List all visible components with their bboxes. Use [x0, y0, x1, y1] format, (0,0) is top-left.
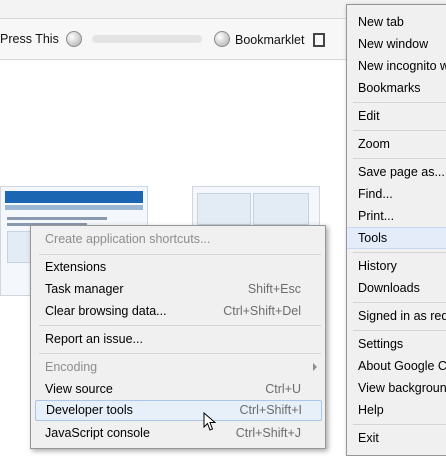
thumbnail-line: [7, 217, 107, 220]
shortcut-label: Ctrl+Shift+J: [235, 426, 301, 440]
bookmark-label: Press This: [0, 32, 59, 46]
submenu-item-clear-browsing-data[interactable]: Clear browsing data... Ctrl+Shift+Del: [31, 300, 325, 322]
menu-item-about[interactable]: About Google Ch: [347, 355, 446, 377]
submenu-item-javascript-console[interactable]: JavaScript console Ctrl+Shift+J: [31, 422, 325, 444]
menu-item-signed-in[interactable]: Signed in as redc: [347, 305, 446, 327]
menu-item-history[interactable]: History: [347, 255, 446, 277]
menu-separator: [353, 102, 446, 103]
submenu-item-create-app-shortcuts: Create application shortcuts...: [45, 232, 211, 246]
blurred-bookmark: [92, 35, 202, 43]
bookmark-bookmarklet[interactable]: Bookmarklet: [214, 31, 304, 47]
menu-separator: [353, 158, 446, 159]
menu-item-help[interactable]: Help: [347, 399, 446, 421]
menu-separator: [353, 330, 446, 331]
menu-item-downloads[interactable]: Downloads: [347, 277, 446, 299]
menu-item-exit[interactable]: Exit: [347, 427, 446, 449]
bookmark-press-this[interactable]: Press This: [0, 31, 59, 47]
thumbnail-panel: [253, 193, 309, 225]
menu-item-edit[interactable]: Edit: [347, 105, 446, 127]
menu-item-settings[interactable]: Settings: [347, 333, 446, 355]
submenu-item-task-manager[interactable]: Task manager Shift+Esc: [31, 278, 325, 300]
menu-item-new-window[interactable]: New window: [347, 33, 446, 55]
menu-item-zoom[interactable]: Zoom: [347, 133, 446, 155]
shortcut-label: Ctrl+Shift+Del: [223, 304, 301, 318]
menu-item-view-background-pages[interactable]: View backgroun: [347, 377, 446, 399]
thumbnail-nav: [5, 205, 143, 210]
menu-item-tools[interactable]: Tools: [347, 227, 446, 249]
menu-item-find[interactable]: Find...: [347, 183, 446, 205]
thumbnail-header: [5, 191, 143, 203]
menu-separator: [353, 252, 446, 253]
submenu-item-report-issue[interactable]: Report an issue...: [31, 328, 325, 350]
menu-separator: [353, 130, 446, 131]
menu-item-new-incognito-window[interactable]: New incognito w: [347, 55, 446, 77]
menu-separator: [39, 254, 321, 255]
menu-item-save-page-as[interactable]: Save page as...: [347, 161, 446, 183]
thumbnail-panel: [197, 193, 251, 225]
shortcut-label: Ctrl+U: [265, 382, 301, 396]
shortcut-label: Ctrl+Shift+I: [239, 403, 302, 417]
globe-icon: [66, 31, 87, 47]
submenu-item-extensions[interactable]: Extensions: [31, 256, 325, 278]
menu-item-bookmarks[interactable]: Bookmarks: [347, 77, 446, 99]
bookmark-label: Bookmarklet: [235, 33, 305, 47]
shortcut-label: Shift+Esc: [247, 282, 301, 296]
menu-separator: [39, 325, 321, 326]
menu-separator: [353, 302, 446, 303]
menu-item-new-tab[interactable]: New tab: [347, 11, 446, 33]
globe-icon: [214, 31, 230, 47]
submenu-item-encoding[interactable]: Encoding: [31, 356, 325, 378]
menu-separator: [39, 353, 321, 354]
menu-separator: [353, 424, 446, 425]
chrome-main-menu: New tab New window New incognito w Bookm…: [346, 4, 446, 456]
chevron-right-icon: [313, 363, 317, 371]
bookmark-folder-icon[interactable]: [313, 33, 325, 47]
menu-item-print[interactable]: Print...: [347, 205, 446, 227]
tools-submenu: Create application shortcuts... Extensio…: [30, 225, 326, 449]
submenu-item-developer-tools[interactable]: Developer tools Ctrl+Shift+I: [35, 400, 322, 421]
submenu-item-view-source[interactable]: View source Ctrl+U: [31, 378, 325, 400]
mouse-cursor-icon: [203, 412, 217, 431]
